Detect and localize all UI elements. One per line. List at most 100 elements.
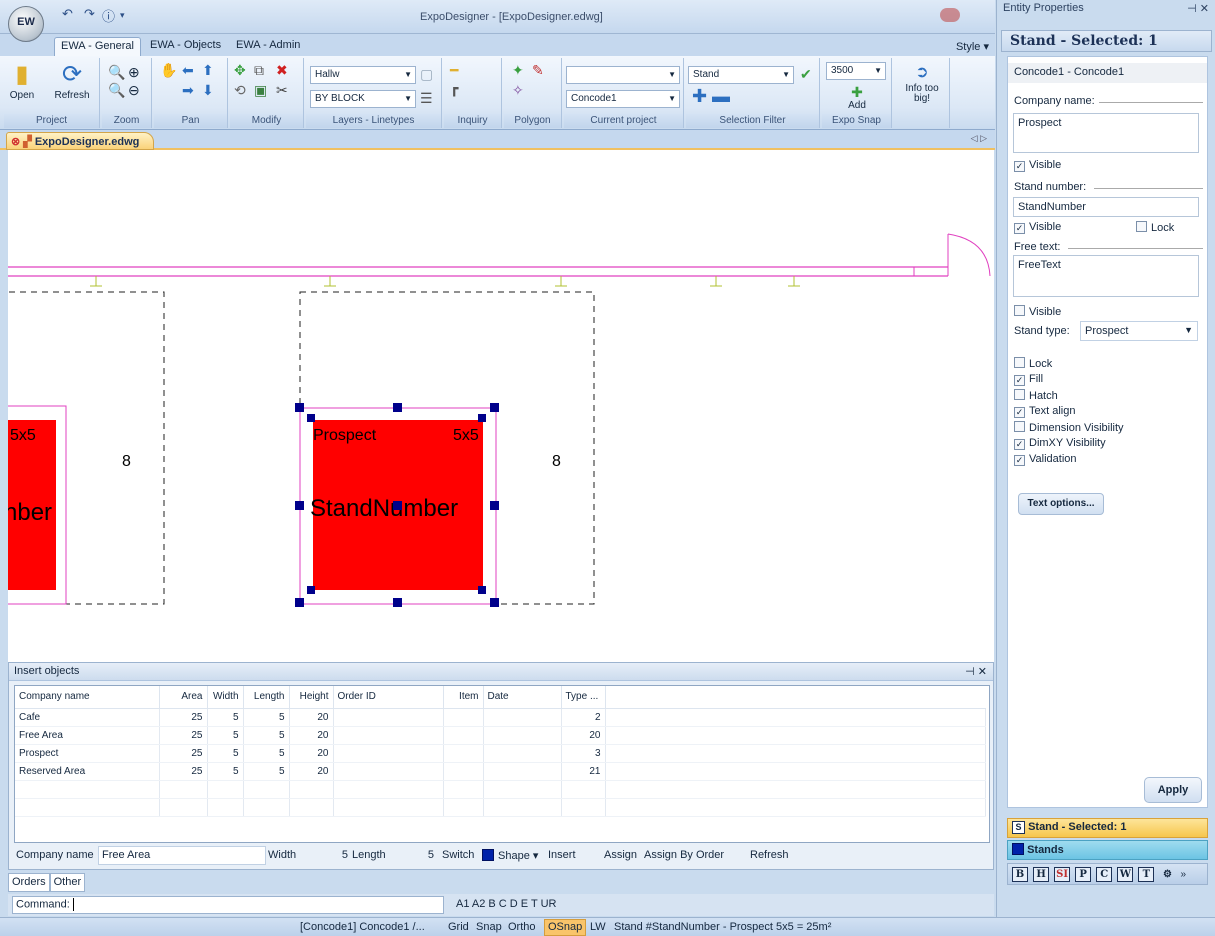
- grid-toggle[interactable]: Grid: [448, 921, 469, 933]
- open-button[interactable]: ▮ Open: [8, 60, 36, 101]
- command-input[interactable]: Command:: [12, 896, 444, 914]
- shape-dropdown[interactable]: Shape ▾: [498, 849, 538, 862]
- table-row[interactable]: Free Area 25 5 5 20 20: [15, 726, 986, 745]
- close-doc-icon[interactable]: ⊗: [11, 136, 20, 148]
- tab-ewa-admin[interactable]: EWA - Admin: [230, 37, 306, 56]
- col-item[interactable]: Item: [443, 686, 484, 709]
- width-field[interactable]: 5: [304, 846, 352, 865]
- free-text-visible-checkbox[interactable]: Visible: [1014, 305, 1061, 318]
- current-project-select[interactable]: Concode1 ▼: [566, 90, 680, 108]
- table-row[interactable]: Cafe 25 5 5 20 2: [15, 708, 986, 727]
- col-width[interactable]: Width: [207, 686, 244, 709]
- option-hatch-checkbox[interactable]: Hatch: [1014, 389, 1058, 402]
- delete-icon[interactable]: ✖: [276, 62, 288, 78]
- info-icon[interactable]: ⓘ: [102, 6, 115, 25]
- selection-filter-select[interactable]: Stand ▼: [688, 66, 794, 84]
- nav-stands[interactable]: Stands: [1007, 840, 1208, 860]
- option-dimension-visibility-checkbox[interactable]: Dimension Visibility: [1014, 421, 1124, 434]
- cut-icon[interactable]: ✂: [276, 82, 288, 98]
- option-lock-checkbox[interactable]: Lock: [1014, 357, 1052, 370]
- redo-icon[interactable]: ↷: [84, 6, 95, 22]
- zoom-extents-icon[interactable]: 🔍: [108, 82, 125, 98]
- layer-select[interactable]: Hallw ▼: [310, 66, 416, 84]
- undo-icon[interactable]: ↶: [62, 6, 73, 22]
- insert-objects-grid[interactable]: Company name Area Width Length Height Or…: [14, 685, 990, 843]
- quick-access-dropdown-icon[interactable]: ▾: [120, 10, 125, 21]
- col-date[interactable]: Date: [483, 686, 562, 709]
- expo-snap-select[interactable]: 3500 ▼: [826, 62, 886, 80]
- pan-left-icon[interactable]: ⬅: [182, 62, 194, 78]
- apply-button[interactable]: Apply: [1144, 777, 1202, 803]
- length-field[interactable]: 5: [392, 846, 438, 865]
- add-button[interactable]: ✚ Add: [832, 84, 882, 111]
- document-tab[interactable]: ⊗ ▞ ExpoDesigner.edwg: [6, 132, 154, 150]
- nav-t-icon[interactable]: T: [1138, 867, 1155, 882]
- pan-right-icon[interactable]: ➡: [182, 82, 194, 98]
- zoom-out-icon[interactable]: ⊖: [128, 82, 140, 98]
- stand-number-lock-checkbox[interactable]: Lock: [1136, 221, 1174, 234]
- company-name-textarea[interactable]: Prospect: [1013, 113, 1199, 153]
- layer-manager-icon[interactable]: ▢: [420, 66, 433, 82]
- panel-pin-close-icon[interactable]: ⊣ ✕: [965, 665, 987, 678]
- polygon-remove-icon[interactable]: ✧: [512, 82, 524, 98]
- tab-other[interactable]: Other: [49, 873, 86, 892]
- refresh-list-button[interactable]: Refresh: [750, 849, 789, 861]
- shape-color-icon[interactable]: [482, 849, 494, 861]
- style-menu[interactable]: Style ▾: [956, 40, 989, 53]
- table-row[interactable]: Prospect 25 5 5 20 3: [15, 744, 986, 763]
- linetype-manager-icon[interactable]: ☰: [420, 90, 433, 106]
- company-visible-checkbox[interactable]: ✓ Visible: [1014, 159, 1061, 172]
- polygon-edit-icon[interactable]: ✎: [532, 62, 544, 78]
- move-icon[interactable]: ✥: [234, 62, 246, 78]
- app-menu-button[interactable]: EW: [8, 6, 44, 42]
- window-control-icon[interactable]: [940, 8, 960, 22]
- option-fill-checkbox[interactable]: ✓ Fill: [1014, 373, 1043, 386]
- stand-type-select[interactable]: Prospect ▼: [1080, 321, 1198, 341]
- refresh-button[interactable]: ⟳ Refresh: [50, 60, 94, 101]
- tab-ewa-objects[interactable]: EWA - Objects: [144, 37, 227, 56]
- drawing-canvas[interactable]: 5x5 nber 8 Prospect 5x5 StandNumber 8: [8, 150, 994, 662]
- nav-si-icon[interactable]: SI: [1054, 867, 1071, 882]
- apply-filter-icon[interactable]: ✔: [800, 66, 812, 82]
- add-to-selection-icon[interactable]: ✚: [692, 87, 707, 105]
- nav-p-icon[interactable]: P: [1075, 867, 1092, 882]
- measure-distance-icon[interactable]: ━: [450, 62, 458, 78]
- nav-more-icon[interactable]: »: [1181, 869, 1187, 880]
- osnap-toggle[interactable]: OSnap: [544, 919, 587, 936]
- col-order-id[interactable]: Order ID: [333, 686, 444, 709]
- snap-toggle[interactable]: Snap: [476, 921, 502, 933]
- table-row[interactable]: Reserved Area 25 5 5 20 21: [15, 762, 986, 781]
- zoom-window-icon[interactable]: 🔍: [108, 64, 125, 80]
- option-dimxy-visibility-checkbox[interactable]: ✓ DimXY Visibility: [1014, 437, 1106, 450]
- pan-hand-icon[interactable]: ✋: [160, 62, 177, 78]
- col-length[interactable]: Length: [243, 686, 290, 709]
- copy-icon[interactable]: ⧉: [254, 62, 264, 78]
- rotate-icon[interactable]: ⟲: [234, 82, 246, 98]
- stand-number-visible-checkbox[interactable]: ✓ Visible: [1014, 221, 1061, 234]
- current-project-top-select[interactable]: ▼: [566, 66, 680, 84]
- polygon-add-icon[interactable]: ✦: [512, 62, 524, 78]
- nav-h-icon[interactable]: H: [1033, 867, 1050, 882]
- switch-button[interactable]: Switch: [442, 849, 474, 861]
- insert-button[interactable]: Insert: [548, 849, 576, 861]
- zoom-in-icon[interactable]: ⊕: [128, 64, 140, 80]
- nav-b-icon[interactable]: B: [1012, 867, 1028, 882]
- ortho-toggle[interactable]: Ortho: [508, 921, 536, 933]
- stand-number-field[interactable]: StandNumber: [1013, 197, 1199, 217]
- free-text-textarea[interactable]: FreeText: [1013, 255, 1199, 297]
- nav-w-icon[interactable]: W: [1117, 867, 1134, 882]
- info-too-big-button[interactable]: ➲ Info too big!: [898, 62, 946, 104]
- text-options-button[interactable]: Text options...: [1018, 493, 1104, 515]
- mirror-icon[interactable]: ▣: [254, 82, 267, 98]
- option-text-align-checkbox[interactable]: ✓ Text align: [1014, 405, 1075, 418]
- tab-orders[interactable]: Orders: [8, 873, 50, 892]
- col-height[interactable]: Height: [289, 686, 334, 709]
- col-company-name[interactable]: Company name: [15, 686, 160, 709]
- panel-pin-close-icon[interactable]: ⊣ ✕: [1187, 2, 1209, 15]
- tab-scroll-icon[interactable]: ◁ ▷: [971, 133, 987, 144]
- assign-by-order-button[interactable]: Assign By Order: [644, 849, 724, 861]
- linetype-select[interactable]: BY BLOCK ▼: [310, 90, 416, 108]
- pan-down-icon[interactable]: ⬇: [202, 82, 214, 98]
- nav-stand-selected[interactable]: S Stand - Selected: 1: [1007, 818, 1208, 838]
- measure-area-icon[interactable]: ┏: [450, 80, 458, 96]
